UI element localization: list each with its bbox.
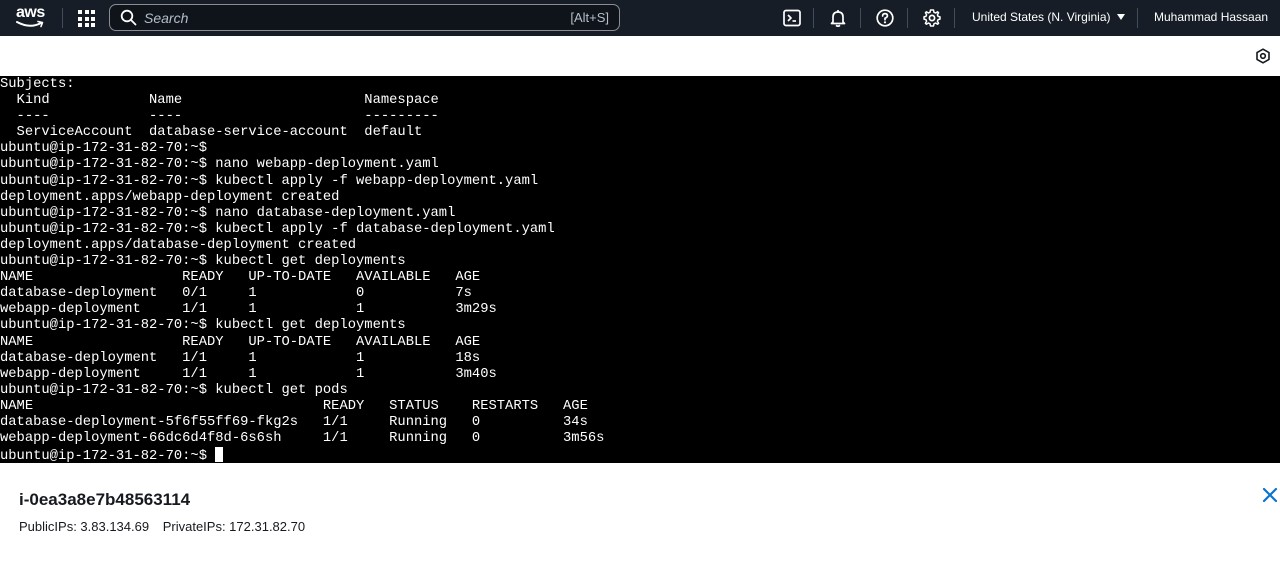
services-menu-button[interactable] [76, 8, 96, 28]
search-icon [120, 9, 137, 26]
account-menu[interactable]: Muhammad Hassaan [1154, 10, 1268, 24]
terminal-line: ubuntu@ip-172-31-82-70:~$ [0, 141, 207, 157]
nav-divider [860, 8, 861, 28]
terminal-line: database-deployment-5f6f55ff69-fkg2s 1/1… [0, 414, 588, 430]
terminal-line: database-deployment 0/1 1 0 7s [0, 286, 472, 302]
search-input[interactable] [144, 8, 544, 27]
terminal-line: ubuntu@ip-172-31-82-70:~$ kubectl apply … [0, 221, 555, 237]
account-name: Muhammad Hassaan [1154, 10, 1269, 24]
terminal-line: ubuntu@ip-172-31-82-70:~$ kubectl get de… [0, 318, 406, 334]
terminal-line: deployment.apps/database-deployment crea… [0, 237, 357, 253]
terminal-line: deployment.apps/webapp-deployment create… [0, 189, 340, 205]
help-icon[interactable] [875, 8, 895, 28]
terminal-line: Kind Name Namespace [0, 93, 439, 109]
terminal-line: ubuntu@ip-172-31-82-70:~$ kubectl get de… [0, 254, 406, 270]
terminal-line: NAME READY UP-TO-DATE AVAILABLE AGE [0, 334, 481, 350]
terminal-line: ---- ---- --------- [0, 109, 439, 125]
aws-smile-icon [16, 20, 44, 28]
terminal-line: NAME READY UP-TO-DATE AVAILABLE AGE [0, 270, 481, 286]
close-icon[interactable] [1262, 487, 1278, 503]
top-navigation-bar: aws [Alt+S] [0, 0, 1280, 36]
terminal-output: Subjects: Kind Name Namespace ---- ---- … [0, 77, 604, 463]
terminal-line: NAME READY STATUS RESTARTS AGE [0, 398, 588, 414]
terminal-line: webapp-deployment 1/1 1 1 3m29s [0, 302, 497, 318]
bell-icon[interactable] [828, 8, 848, 28]
terminal-line: ubuntu@ip-172-31-82-70:~$ nano database-… [0, 205, 456, 221]
nav-divider [62, 8, 63, 28]
instance-ip-info: PublicIPs: 3.83.134.69 PrivateIPs: 172.3… [19, 519, 315, 534]
session-settings-icon[interactable] [1255, 48, 1271, 64]
region-label: United States (N. Virginia) [972, 10, 1111, 24]
gear-icon[interactable] [922, 8, 942, 28]
nav-divider [1137, 8, 1138, 28]
terminal-window[interactable]: Subjects: Kind Name Namespace ---- ---- … [0, 76, 1280, 463]
session-toolbar [0, 36, 1280, 76]
region-caret-icon [1116, 14, 1125, 20]
terminal-line: ubuntu@ip-172-31-82-70:~$ kubectl get po… [0, 382, 348, 398]
region-selector[interactable]: United States (N. Virginia) [972, 10, 1125, 24]
terminal-line: ServiceAccount database-service-account … [0, 125, 423, 141]
terminal-line: ubuntu@ip-172-31-82-70:~$ [0, 449, 216, 463]
terminal-line: webapp-deployment 1/1 1 1 3m40s [0, 366, 497, 382]
public-ips: PublicIPs: 3.83.134.69 [19, 519, 150, 534]
aws-logo-text: aws [16, 4, 45, 21]
terminal-line: ubuntu@ip-172-31-82-70:~$ nano webapp-de… [0, 157, 439, 173]
terminal-line: Subjects: [0, 77, 75, 92]
private-ips: PrivateIPs: 172.31.82.70 [162, 519, 306, 534]
instance-id: i-0ea3a8e7b48563114 [19, 490, 191, 509]
terminal-line: ubuntu@ip-172-31-82-70:~$ kubectl apply … [0, 173, 539, 189]
nav-divider [954, 8, 955, 28]
terminal-line: database-deployment 1/1 1 1 18s [0, 350, 481, 366]
cloudshell-icon[interactable] [782, 8, 802, 28]
terminal-cursor [215, 447, 224, 463]
terminal-line: webapp-deployment-66dc6d4f8d-6s6sh 1/1 R… [0, 431, 605, 447]
nav-divider [813, 8, 814, 28]
search-box[interactable]: [Alt+S] [109, 4, 620, 31]
search-shortcut-hint: [Alt+S] [570, 10, 609, 25]
aws-logo[interactable]: aws [16, 5, 46, 31]
nav-divider [907, 8, 908, 28]
instance-info-panel: i-0ea3a8e7b48563114 PublicIPs: 3.83.134.… [0, 463, 1280, 569]
